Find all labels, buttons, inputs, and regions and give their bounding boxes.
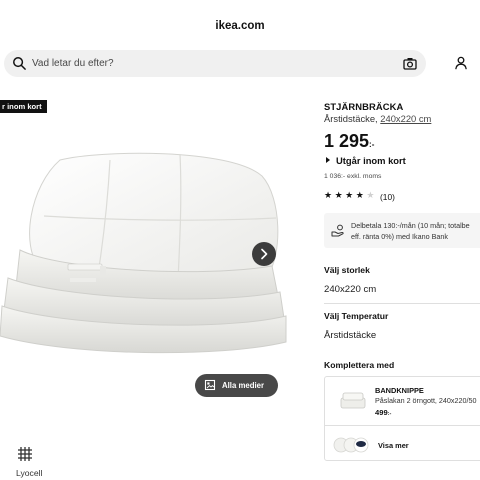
search-bar[interactable]	[4, 50, 426, 77]
url-text: ikea.com	[215, 20, 265, 32]
temperature-selector[interactable]: Årstidstäcke	[324, 330, 376, 341]
product-type: Årstidstäcke, 240x220 cm	[324, 113, 431, 124]
financing-line-2: eff. ränta 0%) med Ikano Bank	[351, 231, 448, 241]
star-icon: ★	[345, 190, 356, 200]
gallery-icon	[204, 379, 216, 391]
star-icon: ★	[355, 190, 367, 200]
availability-text: Utgår inom kort	[336, 155, 406, 166]
temperature-section-title: Välj Temperatur	[324, 311, 389, 321]
complement-section-title: Komplettera med	[324, 360, 395, 370]
camera-icon[interactable]	[403, 57, 417, 70]
duvet-cover-thumbnail[interactable]	[339, 390, 367, 412]
price-value: 1 295	[324, 131, 370, 151]
product-thumbnails	[333, 437, 369, 453]
next-image-button[interactable]	[252, 242, 276, 266]
complement-item-price: 499:-	[375, 408, 391, 417]
review-count[interactable]: (10)	[380, 192, 395, 202]
divider	[324, 303, 480, 304]
star-icon: ★	[324, 190, 335, 200]
chevron-right-icon	[261, 248, 268, 260]
rating-stars[interactable]: ★★★★★	[324, 190, 377, 201]
search-input[interactable]	[32, 54, 392, 73]
user-icon[interactable]	[454, 56, 468, 70]
hand-coin-icon	[331, 224, 344, 237]
address-bar[interactable]: ikea.com	[0, 14, 480, 38]
financing-text: Delbetala 130:-/mån (10 mån; totalbe eff…	[351, 221, 470, 242]
price-excl-vat: 1 036:- exkl. moms	[324, 173, 382, 180]
size-link[interactable]: 240x220 cm	[380, 113, 431, 124]
availability-notice[interactable]: Utgår inom kort	[324, 155, 406, 166]
product-price: 1 295:-	[324, 131, 374, 152]
search-icon	[13, 57, 26, 70]
complement-price-value: 499	[375, 408, 388, 417]
all-media-button[interactable]: Alla medier	[195, 374, 278, 397]
all-media-label: Alla medier	[222, 381, 265, 390]
financing-line-1: Delbetala 130:-/mån (10 mån; totalbe	[351, 221, 470, 230]
financing-banner[interactable]: Delbetala 130:-/mån (10 mån; totalbe eff…	[324, 213, 480, 248]
star-icon: ★	[334, 190, 346, 200]
star-empty-icon: ★	[366, 190, 377, 200]
complement-card: BANDKNIPPE Påslakan 2 örngott, 240x220/5…	[324, 376, 480, 461]
complement-item-desc: Påslakan 2 örngott, 240x220/50	[375, 396, 477, 405]
caret-right-icon	[326, 157, 330, 163]
size-selector[interactable]: 240x220 cm	[324, 284, 376, 295]
divider	[325, 425, 480, 426]
product-type-text: Årstidstäcke,	[324, 113, 381, 124]
product-image	[0, 152, 287, 354]
availability-badge: r inom kort	[0, 100, 47, 113]
price-suffix: :-	[369, 140, 375, 149]
complement-price-suffix: :-	[387, 411, 392, 417]
fabric-icon[interactable]	[17, 446, 33, 462]
see-more-link[interactable]: Visa mer	[378, 441, 409, 450]
product-name: STJÄRNBRÄCKA	[324, 101, 404, 112]
size-section-title: Välj storlek	[324, 265, 370, 275]
complement-item-name[interactable]: BANDKNIPPE	[375, 386, 424, 395]
material-label: Lyocell	[16, 468, 43, 478]
